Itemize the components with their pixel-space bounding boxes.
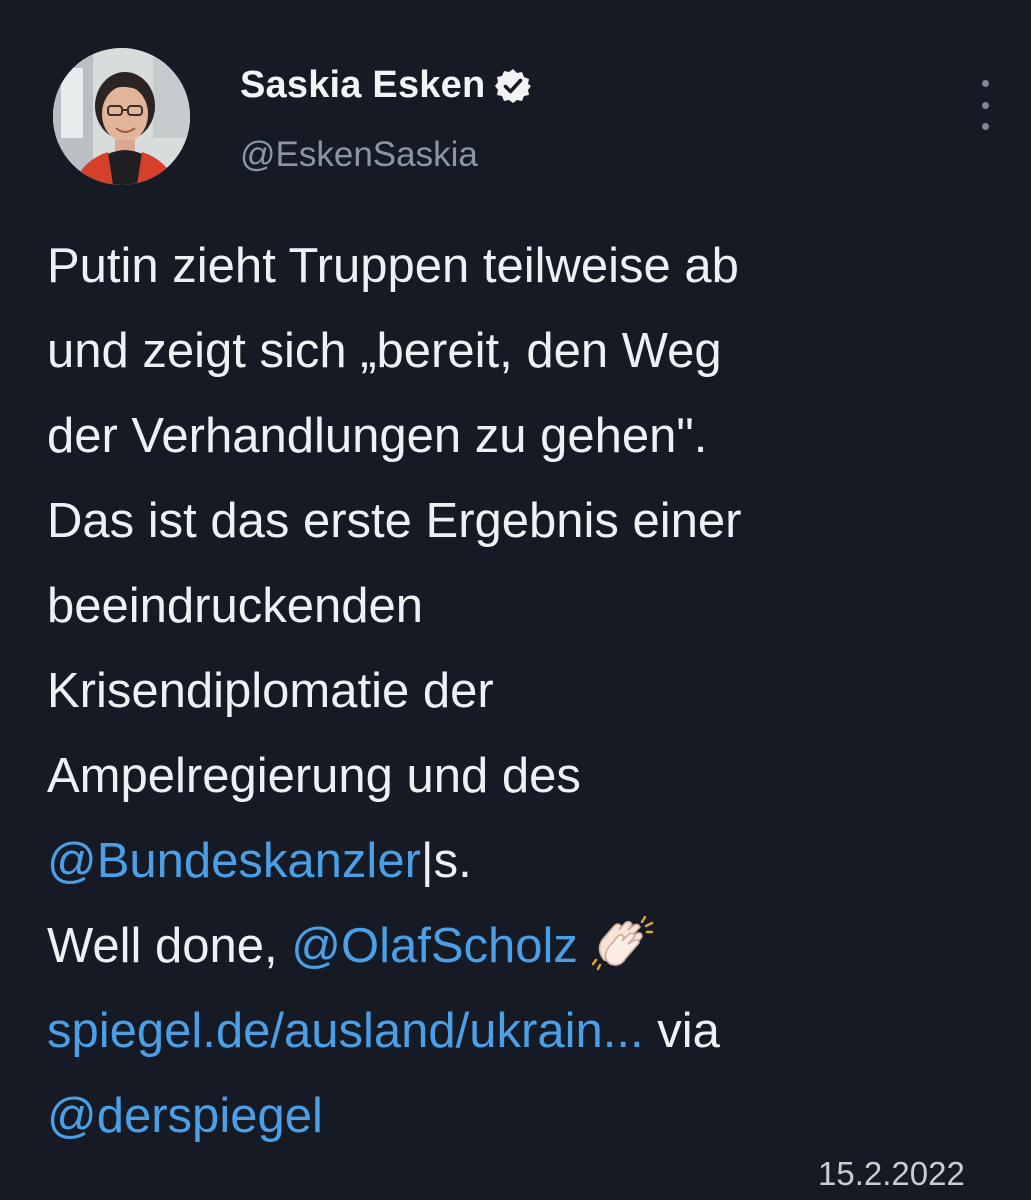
tweet-line: Das ist das erste Ergebnis einer — [47, 494, 742, 548]
tweet-line: Well done, @OlafScholz — [47, 904, 1007, 989]
tweet-line: Ampelregierung und des — [47, 749, 581, 803]
more-options-icon[interactable] — [972, 80, 998, 130]
verified-badge-icon — [495, 68, 532, 103]
tweet-line: und zeigt sich „bereit, den Weg — [47, 324, 722, 378]
tweet-line: beeindruckenden — [47, 579, 423, 633]
tweet-line: Krisendiplomatie der — [47, 664, 494, 718]
mention-derspiegel-link[interactable]: @derspiegel — [47, 1089, 323, 1143]
tweet-line: @Bundeskanzler|s. — [47, 819, 1007, 904]
avatar[interactable] — [53, 48, 190, 185]
mention-suffix: |s. — [420, 834, 472, 888]
more-dot — [981, 80, 989, 87]
tweet-line: @derspiegel — [47, 1074, 1007, 1159]
tweet-line: Putin zieht Truppen teilweise ab — [47, 239, 739, 293]
tweet-line: der Verhandlungen zu gehen". — [47, 409, 708, 463]
via-text: via — [643, 1004, 720, 1058]
well-done-text: Well done, — [47, 919, 292, 973]
spiegel-article-link[interactable]: spiegel.de/ausland/ukrain... — [47, 1004, 644, 1058]
author-handle[interactable]: @EskenSaskia — [240, 135, 478, 175]
tweet-text: Putin zieht Truppen teilweise ab und zei… — [47, 224, 1007, 1159]
mention-olafscholz-link[interactable]: @OlafScholz — [291, 919, 578, 973]
more-dot — [981, 123, 989, 130]
date-stamp: 15.2.2022 — [818, 1155, 965, 1192]
clapping-hands-icon — [591, 916, 654, 970]
author-row: Saskia Esken — [240, 64, 532, 107]
tweet-line: spiegel.de/ausland/ukrain... via — [47, 989, 1007, 1074]
more-dot — [981, 101, 989, 109]
mention-bundeskanzler-link[interactable]: @Bundeskanzler — [47, 834, 421, 888]
avatar-photo — [53, 48, 190, 185]
tweet-card: Saskia Esken @EskenSaskia Putin zieht Tr… — [0, 0, 1031, 1200]
author-name[interactable]: Saskia Esken — [240, 64, 485, 107]
